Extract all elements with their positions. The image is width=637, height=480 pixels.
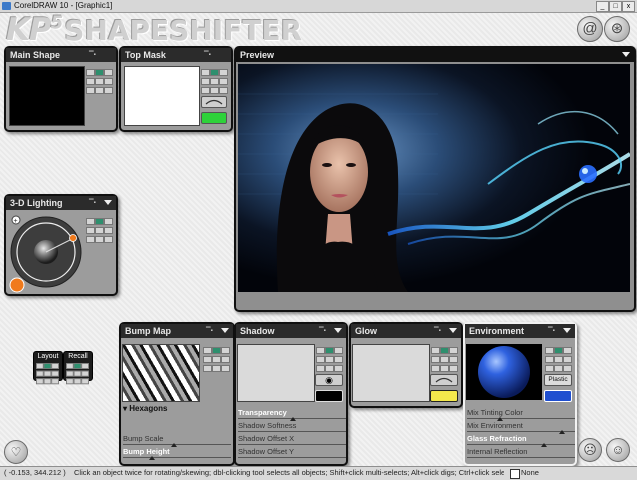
- fill-value: None: [521, 468, 539, 477]
- slider-label: Transparency: [238, 408, 287, 417]
- kpt-shapeshifter-logo: KP5SHAPESHIFTER: [6, 12, 302, 48]
- slider-label: Bump Height: [123, 447, 170, 456]
- bump-map-preset-grid[interactable]: [203, 347, 230, 372]
- heart-icon[interactable]: ♡: [4, 440, 28, 464]
- minimize-button[interactable]: _: [596, 1, 609, 12]
- glow-preset-grid[interactable]: [431, 347, 458, 372]
- recall-label: Recall: [68, 353, 88, 360]
- bump-preset-value: Hexagons: [129, 404, 168, 413]
- top-mask-panel: Top Mask ▔▪: [119, 46, 233, 132]
- shadow-panel: Shadow ▔▪ ◉ Transparency Shadow Softness…: [234, 322, 348, 466]
- recall-grid-icon: [66, 363, 89, 385]
- panel-minimize-icon[interactable]: ▔▪: [206, 328, 217, 334]
- eye-icon[interactable]: ◉: [315, 374, 343, 386]
- light-handle[interactable]: [69, 234, 77, 242]
- bump-map-thumbnail[interactable]: [122, 344, 200, 402]
- panel-minimize-icon[interactable]: ▔▪: [434, 328, 445, 334]
- glass-refraction-slider[interactable]: Glass Refraction: [467, 434, 575, 447]
- mask-color-swatch[interactable]: [201, 112, 227, 124]
- layout-button[interactable]: Layout: [33, 351, 63, 385]
- bump-preset-dropdown[interactable]: ▾ Hexagons: [123, 404, 167, 413]
- slider-label: Internal Reflection: [467, 447, 528, 456]
- slider-label: Mix Environment: [467, 421, 523, 430]
- help-button[interactable]: @: [577, 16, 603, 42]
- logo-kp: KP: [6, 12, 52, 48]
- panel-minimize-icon[interactable]: ▔▪: [204, 52, 215, 58]
- glow-mode-button[interactable]: [430, 374, 458, 386]
- options-button[interactable]: ⊛: [604, 16, 630, 42]
- shadow-color-swatch[interactable]: [315, 390, 343, 402]
- cursor-coordinates: ( -0.153, 344.212 ): [4, 468, 66, 477]
- window-title: CorelDRAW 10 - [Graphic1]: [14, 1, 113, 10]
- maximize-button[interactable]: □: [609, 1, 622, 12]
- status-hint: Click an object twice for rotating/skewi…: [74, 468, 504, 477]
- slider-label: Mix Tinting Color: [467, 408, 523, 417]
- panel-minimize-icon[interactable]: ▔▪: [548, 328, 559, 334]
- panel-minimize-icon[interactable]: ▔▪: [319, 328, 330, 334]
- environment-menu-icon[interactable]: [563, 328, 571, 333]
- slider-label: Shadow Offset X: [238, 434, 295, 443]
- bump-map-menu-icon[interactable]: [221, 328, 229, 333]
- slider-label: Shadow Softness: [238, 421, 297, 430]
- glow-panel: Glow ▔▪: [349, 322, 463, 408]
- preview-panel: Preview: [234, 46, 636, 312]
- cancel-face-icon[interactable]: ☹: [578, 438, 602, 462]
- glow-menu-icon[interactable]: [449, 328, 457, 333]
- curve-icon: [205, 99, 223, 105]
- environment-sphere-thumbnail[interactable]: [466, 344, 542, 400]
- panel-minimize-icon[interactable]: ▔▪: [89, 200, 100, 206]
- preview-image: [238, 64, 630, 292]
- fill-swatch: [510, 469, 520, 479]
- lighting-panel: 3-D Lighting ▔▪ +: [4, 194, 118, 296]
- shadow-offset-y-slider[interactable]: Shadow Offset Y: [238, 447, 346, 459]
- layout-label: Layout: [37, 353, 59, 360]
- internal-reflection-slider[interactable]: Internal Reflection: [467, 447, 575, 459]
- slider-knob[interactable]: [149, 456, 155, 460]
- shadow-preset-grid[interactable]: [316, 347, 343, 372]
- close-button[interactable]: x: [622, 1, 635, 12]
- main-shape-panel: Main Shape ▔▪: [4, 46, 118, 132]
- glow-thumbnail[interactable]: [352, 344, 430, 402]
- preview-canvas[interactable]: [238, 64, 630, 292]
- top-mask-preset-grid[interactable]: [201, 69, 228, 94]
- slider-label: Glass Refraction: [467, 434, 527, 443]
- shadow-offset-x-slider[interactable]: Shadow Offset X: [238, 434, 346, 446]
- preview-menu-icon[interactable]: [622, 52, 630, 57]
- bump-map-panel: Bump Map ▔▪ ▾ Hexagons Bump Scale Bump H…: [119, 322, 235, 466]
- light-color-swatch[interactable]: [9, 277, 25, 293]
- bump-height-slider[interactable]: Bump Height: [123, 447, 231, 460]
- svg-text:+: +: [14, 218, 18, 225]
- glow-color-swatch[interactable]: [430, 390, 458, 402]
- mix-environment-slider[interactable]: Mix Environment: [467, 421, 575, 434]
- slider-label: Shadow Offset Y: [238, 447, 295, 456]
- environment-panel: Environment ▔▪ Plastic Mix Tinting Color…: [463, 322, 577, 466]
- logo-version: 5: [50, 12, 63, 34]
- lighting-preset-grid[interactable]: [86, 218, 113, 243]
- mix-tinting-color-slider[interactable]: Mix Tinting Color: [467, 408, 575, 421]
- bump-scale-slider[interactable]: Bump Scale: [123, 434, 231, 447]
- status-bar: ( -0.153, 344.212 ) Click an object twic…: [0, 466, 637, 480]
- environment-preset-grid[interactable]: [545, 347, 572, 372]
- plastic-button[interactable]: Plastic: [544, 374, 572, 386]
- preview-title: Preview: [236, 48, 634, 62]
- curve-icon: [435, 377, 453, 383]
- ok-face-icon[interactable]: ☺: [606, 438, 630, 462]
- top-mask-thumbnail[interactable]: [124, 66, 200, 126]
- shadow-menu-icon[interactable]: [334, 328, 342, 333]
- logo-name: SHAPESHIFTER: [64, 14, 303, 47]
- recall-button[interactable]: Recall: [63, 351, 93, 385]
- lighting-menu-icon[interactable]: [104, 200, 112, 205]
- environment-color-swatch[interactable]: [544, 390, 572, 402]
- mask-invert-button[interactable]: [201, 96, 227, 108]
- shadow-thumbnail[interactable]: [237, 344, 315, 402]
- coreldraw-app-icon: [2, 2, 11, 10]
- main-shape-thumbnail[interactable]: [9, 66, 85, 126]
- transparency-slider[interactable]: Transparency: [238, 408, 346, 421]
- slider-label: Bump Scale: [123, 434, 164, 443]
- main-shape-preset-grid[interactable]: [86, 69, 113, 94]
- layout-grid-icon: [36, 363, 59, 385]
- shadow-softness-slider[interactable]: Shadow Softness: [238, 421, 346, 433]
- panel-minimize-icon[interactable]: ▔▪: [89, 52, 100, 58]
